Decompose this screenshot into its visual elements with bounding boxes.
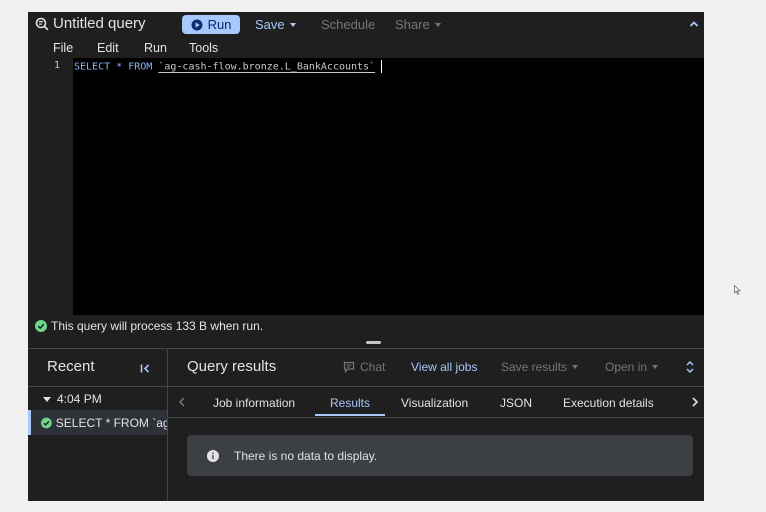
empty-state-message: There is no data to display. — [234, 448, 378, 463]
save-button[interactable]: Save — [255, 17, 296, 32]
chat-icon — [343, 361, 355, 373]
chevron-right-icon — [692, 396, 699, 407]
run-button[interactable]: Run — [182, 15, 240, 34]
chevron-up-icon[interactable] — [689, 19, 699, 29]
view-all-jobs-link[interactable]: View all jobs — [411, 360, 477, 374]
bottom-panel: Recent 4:04 PM SELECT * FROM `ag... Quer… — [28, 348, 704, 501]
open-in-button[interactable]: Open in — [605, 360, 659, 374]
validator-message: This query will process 133 B when run. — [51, 319, 264, 333]
recent-panel: Recent 4:04 PM SELECT * FROM `ag... — [28, 349, 168, 501]
menu-file[interactable]: File — [53, 41, 73, 55]
resize-handle[interactable] — [366, 341, 381, 344]
results-tabs: Job information Results Visualization JS… — [168, 387, 704, 418]
chevron-left-icon[interactable] — [178, 397, 186, 407]
run-button-label: Run — [207, 17, 232, 32]
check-circle-icon — [41, 417, 52, 428]
menu-tools[interactable]: Tools — [189, 41, 218, 55]
code-line: SELECT * FROM `ag-cash-flow.bronze.L_Ban… — [74, 60, 383, 73]
query-editor-window: Untitled query Run Save Schedule Share F… — [28, 12, 704, 501]
chat-label: Chat — [360, 360, 386, 374]
recent-query-label: SELECT * FROM `ag... — [55, 415, 167, 430]
menu-edit[interactable]: Edit — [97, 41, 119, 55]
schedule-button-label: Schedule — [321, 17, 376, 32]
table-reference[interactable]: `ag-cash-flow.bronze.L_BankAccounts` — [158, 62, 375, 73]
share-button-label: Share — [395, 17, 430, 32]
chat-button[interactable]: Chat — [343, 360, 385, 374]
info-icon — [207, 449, 219, 462]
query-title[interactable]: Untitled query — [53, 15, 146, 32]
query-results-panel: Query results Chat View all jobs Save re… — [168, 349, 704, 501]
caret-down-icon — [434, 22, 441, 27]
sql-star: * — [116, 61, 123, 73]
schedule-button[interactable]: Schedule — [321, 17, 375, 32]
tab-results[interactable]: Results — [330, 396, 370, 410]
query-icon — [35, 17, 49, 30]
empty-state-banner: There is no data to display. — [187, 435, 693, 476]
play-icon — [191, 19, 203, 30]
tab-execution-details[interactable]: Execution details — [563, 396, 654, 410]
query-validator: This query will process 133 B when run. — [28, 315, 704, 337]
expand-vertical-icon[interactable] — [685, 360, 695, 374]
sql-keyword: SELECT — [74, 61, 111, 73]
sql-keyword: FROM — [128, 61, 153, 73]
mouse-pointer-icon — [734, 285, 741, 295]
sql-editor[interactable]: 1 SELECT * FROM `ag-cash-flow.bronze.L_B… — [28, 58, 704, 315]
save-results-label: Save results — [501, 360, 568, 374]
collapse-left-icon[interactable] — [140, 363, 151, 374]
triangle-down-icon — [43, 396, 51, 402]
results-title: Query results — [187, 358, 277, 375]
text-cursor — [381, 60, 383, 73]
line-number: 1 — [53, 60, 60, 71]
open-in-label: Open in — [605, 360, 648, 374]
recent-group-header[interactable]: 4:04 PM — [43, 392, 102, 406]
query-title-area[interactable]: Untitled query — [35, 15, 146, 32]
active-tab-indicator — [315, 414, 385, 416]
menu-run[interactable]: Run — [144, 41, 167, 55]
check-circle-icon — [35, 320, 47, 332]
save-results-button[interactable]: Save results — [501, 360, 579, 374]
view-all-jobs-label: View all jobs — [411, 360, 478, 374]
editor-toolbar: Untitled query Run Save Schedule Share — [28, 12, 704, 38]
save-button-label: Save — [255, 17, 285, 32]
code-area[interactable]: SELECT * FROM `ag-cash-flow.bronze.L_Ban… — [73, 58, 704, 315]
tab-job-information[interactable]: Job information — [213, 396, 295, 410]
caret-down-icon — [289, 22, 296, 27]
tab-json[interactable]: JSON — [500, 396, 532, 410]
recent-query-item[interactable]: SELECT * FROM `ag... — [28, 410, 167, 435]
recent-title: Recent — [47, 358, 95, 375]
tab-visualization[interactable]: Visualization — [401, 396, 468, 410]
tabs-next-button[interactable] — [686, 387, 704, 416]
caret-down-icon — [572, 365, 579, 369]
menu-bar: File Edit Run Tools — [28, 38, 704, 58]
share-button[interactable]: Share — [395, 17, 441, 32]
caret-down-icon — [652, 365, 659, 369]
line-number-gutter: 1 — [28, 58, 73, 315]
recent-group-time: 4:04 PM — [57, 392, 102, 406]
divider — [28, 386, 167, 387]
